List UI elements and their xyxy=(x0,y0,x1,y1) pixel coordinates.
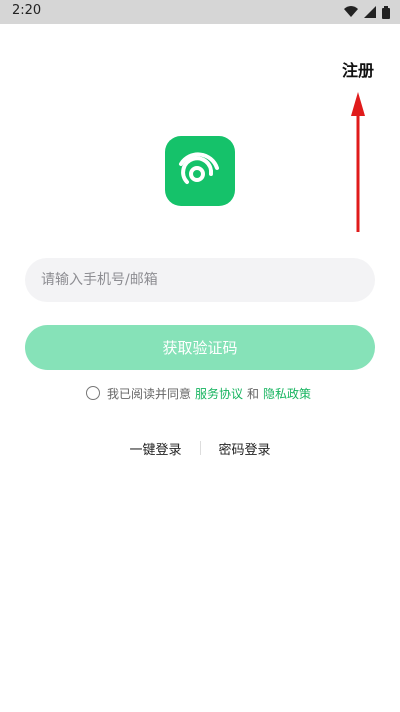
register-link[interactable]: 注册 xyxy=(342,57,374,81)
wifi-icon xyxy=(344,6,358,17)
agreement-row: 我已阅读并同意 服务协议 和 隐私政策 xyxy=(86,384,315,402)
cell-signal-icon xyxy=(364,6,376,18)
privacy-policy-link[interactable]: 隐私政策 xyxy=(263,385,311,402)
agree-checkbox[interactable] xyxy=(86,386,100,400)
status-icons xyxy=(344,5,390,19)
red-arrow-annotation xyxy=(351,92,365,232)
password-login[interactable]: 密码登录 xyxy=(219,439,271,458)
service-agreement-link[interactable]: 服务协议 xyxy=(195,385,243,402)
status-bar: 2:20 xyxy=(0,0,400,24)
status-time: 2:20 xyxy=(12,3,42,18)
podcast-logo-icon xyxy=(179,152,219,184)
login-divider xyxy=(199,441,201,455)
app-logo xyxy=(165,136,235,206)
get-code-button[interactable]: 获取验证码 xyxy=(25,325,375,370)
one-click-login[interactable]: 一键登录 xyxy=(129,439,181,458)
phone-email-input[interactable] xyxy=(25,258,375,302)
agreement-prefix: 我已阅读并同意 xyxy=(107,386,192,401)
login-options: 一键登录 密码登录 xyxy=(0,439,400,458)
battery-icon xyxy=(382,5,390,19)
agreement-and: 和 xyxy=(247,386,260,401)
